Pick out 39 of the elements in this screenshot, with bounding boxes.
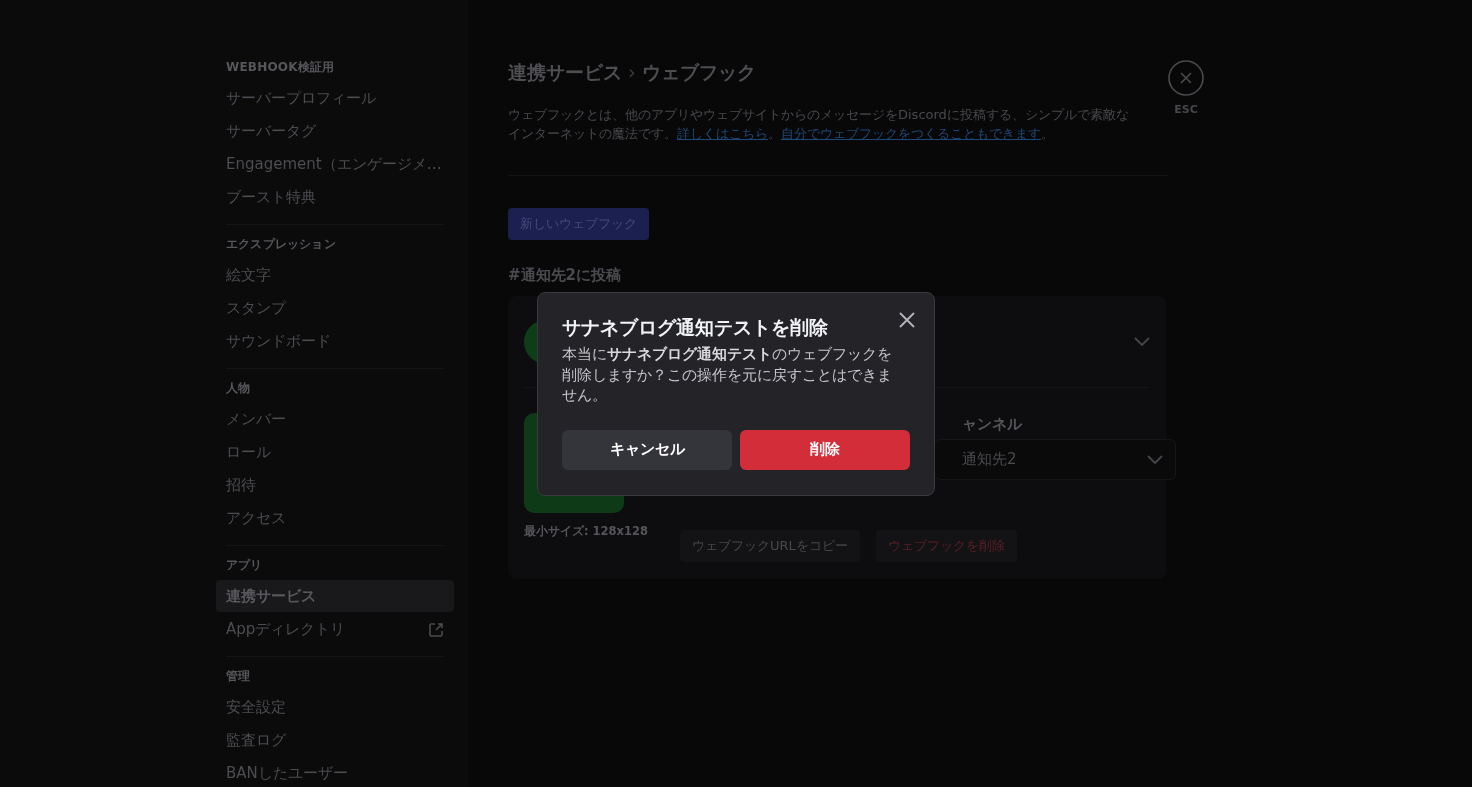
sidebar-item[interactable]: Appディレクトリ bbox=[216, 613, 454, 646]
sidebar-item[interactable]: BANしたユーザー bbox=[216, 757, 454, 787]
channel-select[interactable]: 通知先2 bbox=[934, 439, 1177, 480]
sidebar-item[interactable]: 絵文字 bbox=[216, 259, 454, 292]
sidebar-item[interactable]: サーバータグ bbox=[216, 115, 454, 148]
sidebar-item[interactable]: 連携サービス bbox=[216, 580, 454, 612]
sidebar-item[interactable]: スタンプ bbox=[216, 292, 454, 325]
sidebar-item[interactable]: ブースト特典 bbox=[216, 181, 454, 214]
help-link[interactable]: 自分でウェブフックをつくることもできます bbox=[781, 125, 1041, 141]
sidebar-item[interactable]: 招待 bbox=[216, 469, 454, 502]
help-link[interactable]: 詳しくはこちら bbox=[677, 125, 768, 141]
section-header: WEBHOOK検証用 bbox=[225, 59, 336, 76]
sidebar-item[interactable]: ロール bbox=[216, 436, 454, 469]
breadcrumb-item[interactable]: 連携サービス bbox=[508, 58, 622, 87]
field-label: ャンネル bbox=[962, 414, 1024, 433]
section-header: 人物 bbox=[225, 380, 252, 397]
delete-webhook-button[interactable]: ウェブフックを削除 bbox=[875, 530, 1017, 562]
sidebar-item[interactable]: アクセス bbox=[216, 502, 454, 535]
cancel-button[interactable]: キャンセル bbox=[562, 429, 732, 470]
channel-heading: #通知先2に投稿 bbox=[508, 264, 622, 286]
sidebar-item[interactable]: サウンドボード bbox=[216, 325, 454, 358]
delete-button[interactable]: 削除 bbox=[740, 429, 910, 470]
sidebar-item[interactable]: サーバープロフィール bbox=[216, 82, 454, 115]
sidebar-item[interactable]: 安全設定 bbox=[216, 691, 454, 724]
sidebar-item[interactable]: 監査ログ bbox=[216, 724, 454, 757]
sidebar-item[interactable]: メンバー bbox=[216, 403, 454, 436]
breadcrumb-separator: › bbox=[628, 60, 636, 85]
section-header: エクスプレッション bbox=[225, 236, 337, 253]
size-hint: 最小サイズ: 128x128 bbox=[524, 523, 649, 540]
section-header: アプリ bbox=[225, 557, 264, 574]
dialog-title: サナネブログ通知テストを削除 bbox=[562, 315, 829, 340]
sidebar-item[interactable]: Engagement（エンゲージメ… bbox=[216, 148, 454, 181]
close-icon[interactable] bbox=[898, 311, 916, 329]
esc-label: ESC bbox=[1174, 102, 1198, 118]
section-header: 管理 bbox=[225, 668, 252, 685]
dropdown-icon bbox=[1147, 454, 1164, 465]
breadcrumb-item: ウェブフック bbox=[641, 60, 756, 85]
expand-icon[interactable] bbox=[1134, 336, 1150, 347]
dialog-message: 本当にサナネブログ通知テストのウェブフックを削除しますか？この操作を元に戻すことはできません。 bbox=[562, 345, 893, 405]
